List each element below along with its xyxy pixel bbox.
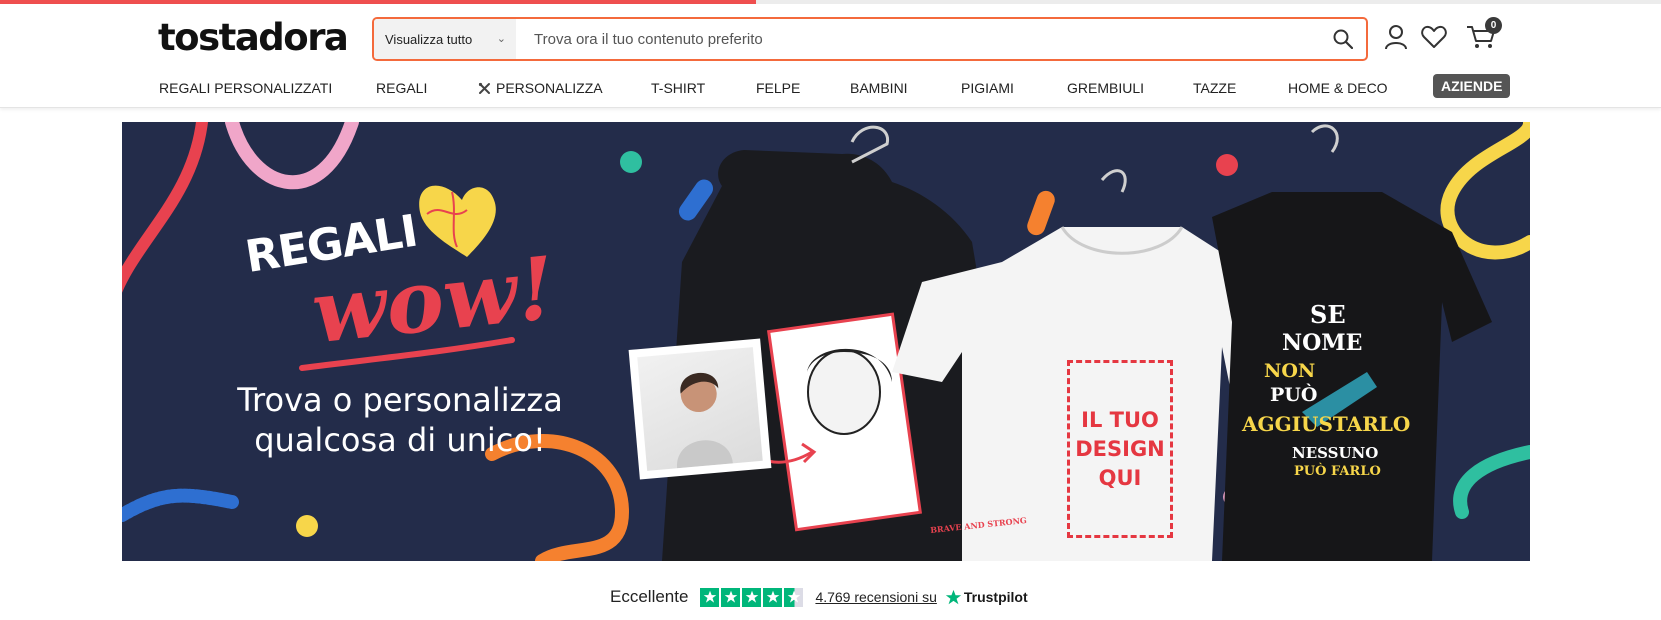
nav-item-personalizza[interactable]: PERSONALIZZA [478,80,603,96]
confetti-blue-curve [122,488,239,522]
black-tee-line-1: SE [1310,300,1346,329]
nav-item-home-deco[interactable]: HOME & DECO [1288,80,1388,96]
trustpilot-star-icon [945,589,962,604]
trustpilot-logo[interactable]: Trustpilot [945,589,1028,606]
heart-icon [1421,25,1447,48]
user-icon [1385,25,1407,50]
confetti-orange-pill [1027,190,1055,236]
black-tee [1212,192,1492,561]
nav-item-bambini[interactable]: BAMBINI [850,80,908,96]
site-header: tostadora Visualizza tutto ⌄ 0 [0,4,1661,108]
tools-icon [478,82,490,94]
hero-banner[interactable]: REGALI wow! Trova o personalizza qualcos… [122,122,1530,561]
site-logo[interactable]: tostadora [158,16,349,59]
black-tee-line-7: PUÒ FARLO [1294,464,1381,479]
nav-item-regali-personalizzati[interactable]: REGALI PERSONALIZZATI [159,80,332,96]
rating-star [763,587,783,607]
cart-count-badge: 0 [1485,17,1502,34]
portrait-photo [628,338,772,480]
tee-design-placeholder: IL TUO DESIGN QUI [1067,360,1173,538]
nav-item-tazze[interactable]: TAZZE [1193,80,1236,96]
rating-star [784,587,804,607]
black-tee-line-4: PUÒ [1270,384,1318,406]
rating-stars [700,587,804,607]
trustpilot-widget[interactable]: Eccellente 4.769 recensioni su Trustpilo… [610,585,1028,609]
hanger-hook-3 [1310,124,1339,153]
black-tee-line-5: AGGIUSTARLO [1242,412,1411,436]
hanger-hook-2 [1100,169,1127,193]
rating-star [721,587,741,607]
nav-item-felpe[interactable]: FELPE [756,80,800,96]
nav-item-grembiuli[interactable]: GREMBIULI [1067,80,1144,96]
confetti-teal-dot [620,151,642,173]
nav-item-t-shirt[interactable]: T-SHIRT [651,80,705,96]
chevron-down-icon: ⌄ [496,33,506,45]
banner-subtitle: Trova o personalizza qualcosa di unico! [237,381,563,459]
black-tee-line-2: NOME [1282,330,1363,356]
search-icon [1333,29,1353,49]
nav-item-aziende[interactable]: AZIENDE [1433,74,1511,98]
rating-star [742,587,762,607]
reviews-link[interactable]: 4.769 recensioni su [815,589,936,605]
cart-button[interactable]: 0 [1464,17,1502,52]
confetti-pink-curve [225,122,359,189]
confetti-yellow-dot [296,515,318,537]
confetti-red-curve [122,122,208,293]
search-category-select[interactable]: Visualizza tutto ⌄ [374,19,516,59]
search-bar: Visualizza tutto ⌄ [372,17,1368,61]
main-nav: REGALI PERSONALIZZATI REGALI PERSONALIZZ… [0,74,1661,102]
rating-label: Eccellente [610,587,689,606]
account-button[interactable] [1382,22,1410,52]
confetti-red-dot [1216,154,1238,176]
search-category-label: Visualizza tutto [385,31,473,47]
confetti-teal-curve [1453,445,1530,519]
nav-item-regali[interactable]: REGALI [376,80,427,96]
black-tee-line-3: NON [1264,360,1316,382]
search-button[interactable] [1320,19,1366,59]
portrait-illustration [677,373,733,469]
confetti-yellow-curve [1440,122,1530,260]
search-input[interactable] [516,19,1320,59]
black-tee-line-6: NESSUNO [1292,444,1379,462]
rating-star [700,587,720,607]
hoodie-print-face [807,349,881,435]
wishlist-button[interactable] [1420,22,1448,52]
nav-item-pigiami[interactable]: PIGIAMI [961,80,1014,96]
